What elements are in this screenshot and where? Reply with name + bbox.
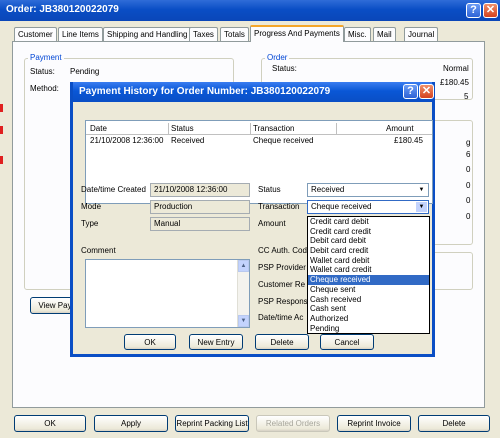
comment-label: Comment xyxy=(81,246,116,255)
transaction-label: Transaction xyxy=(258,202,300,211)
payment-status-label: Status: xyxy=(30,67,55,76)
amount-label: Amount xyxy=(258,219,286,228)
cc-auth-code-label: CC Auth. Cod xyxy=(258,246,307,255)
order-clip-b: 5 xyxy=(464,92,469,101)
mode-label: Mode xyxy=(81,202,102,211)
status-select[interactable]: Received ▼ xyxy=(307,183,429,197)
related-orders-button: Related Orders xyxy=(256,415,330,432)
tab-line-items[interactable]: Line Items xyxy=(58,27,103,41)
tab-misc[interactable]: Misc. xyxy=(344,27,371,41)
customer-ref-label: Customer Re xyxy=(258,280,306,289)
payment-group-legend: Payment xyxy=(28,53,64,62)
dropdown-option[interactable]: Cash received xyxy=(308,295,429,305)
clip-value-3: 0 xyxy=(466,165,471,174)
datetime-ack-label: Date/time Ac xyxy=(258,313,304,322)
col-header-amount[interactable]: Amount xyxy=(386,124,414,133)
reprint-packing-list-button[interactable]: Reprint Packing List xyxy=(175,415,249,432)
payment-history-dialog: Payment History for Order Number: JB3801… xyxy=(70,82,435,357)
datetime-created-field: 21/10/2008 12:36:00 xyxy=(150,183,250,197)
ok-button[interactable]: OK xyxy=(14,415,86,432)
order-status-label: Status: xyxy=(272,64,297,73)
tab-taxes[interactable]: Taxes xyxy=(189,27,218,41)
row-status: Received xyxy=(171,136,205,145)
table-row[interactable]: 21/10/2008 12:36:00 Received Cheque rece… xyxy=(86,136,432,147)
close-button[interactable]: ✕ xyxy=(483,3,498,18)
delete-order-button[interactable]: Delete xyxy=(418,415,490,432)
dropdown-option[interactable]: Authorized xyxy=(308,314,429,324)
reprint-invoice-button[interactable]: Reprint Invoice xyxy=(337,415,411,432)
tab-totals[interactable]: Totals xyxy=(220,27,249,41)
dropdown-option[interactable]: Debit card credit xyxy=(308,246,429,256)
payment-status-value: Pending xyxy=(70,67,100,76)
window-title: Order: JB380120022079 xyxy=(6,4,119,15)
tab-shipping-handling[interactable]: Shipping and Handling xyxy=(103,27,192,41)
dropdown-option-selected[interactable]: Cheque received xyxy=(308,275,429,285)
clip-value-6: 0 xyxy=(466,212,471,221)
row-amount: £180.45 xyxy=(394,136,423,145)
chevron-down-icon[interactable]: ▼ xyxy=(416,202,427,212)
tab-mail[interactable]: Mail xyxy=(373,27,396,41)
clip-value-2: 6 xyxy=(466,150,471,159)
help-button[interactable]: ? xyxy=(466,3,481,18)
scroll-down-icon[interactable]: ▼ xyxy=(238,315,249,327)
psp-response-label: PSP Respons xyxy=(258,297,308,306)
col-header-transaction[interactable]: Transaction xyxy=(253,124,295,133)
dropdown-option[interactable]: Wallet card debit xyxy=(308,256,429,266)
datetime-created-label: Date/time Created xyxy=(81,185,146,194)
apply-button[interactable]: Apply xyxy=(94,415,168,432)
dialog-titlebar: Payment History for Order Number: JB3801… xyxy=(73,82,434,102)
type-label: Type xyxy=(81,219,99,228)
dialog-cancel-button[interactable]: Cancel xyxy=(320,334,374,350)
comment-scrollbar[interactable]: ▲ ▼ xyxy=(237,260,249,327)
dialog-close-button[interactable]: ✕ xyxy=(419,84,434,99)
dropdown-option[interactable]: Credit card credit xyxy=(308,227,429,237)
tab-customer[interactable]: Customer xyxy=(14,27,57,41)
row-transaction: Cheque received xyxy=(253,136,314,145)
new-entry-button[interactable]: New Entry xyxy=(189,334,243,350)
transaction-dropdown-list[interactable]: Credit card debit Credit card credit Deb… xyxy=(307,216,430,334)
transaction-select-value: Cheque received xyxy=(311,202,372,211)
order-status-value: Normal xyxy=(443,64,469,73)
clip-value-5: 0 xyxy=(466,196,471,205)
edge-marker xyxy=(0,104,3,112)
dialog-title: Payment History for Order Number: JB3801… xyxy=(79,86,331,97)
window-titlebar: Order: JB380120022079 ? ✕ xyxy=(0,0,500,21)
mode-field: Production xyxy=(150,200,250,214)
edge-marker xyxy=(0,156,3,164)
status-select-value: Received xyxy=(311,185,345,194)
tab-progress-payments[interactable]: Progress And Payments xyxy=(250,25,344,42)
order-group-legend: Order xyxy=(265,53,290,62)
tab-journal[interactable]: Journal xyxy=(404,27,439,41)
col-header-status[interactable]: Status xyxy=(171,124,194,133)
payment-method-label: Method: xyxy=(30,84,59,93)
dialog-help-button[interactable]: ? xyxy=(403,84,418,99)
dropdown-option[interactable]: Credit card debit xyxy=(308,217,429,227)
dropdown-option[interactable]: Wallet card credit xyxy=(308,265,429,275)
transaction-select[interactable]: Cheque received ▼ xyxy=(307,200,429,214)
status-label: Status xyxy=(258,185,281,194)
dropdown-option[interactable]: Pending xyxy=(308,324,429,334)
dropdown-option[interactable]: Debit card debit xyxy=(308,236,429,246)
edge-marker xyxy=(0,126,3,134)
dialog-delete-button[interactable]: Delete xyxy=(255,334,309,350)
chevron-down-icon[interactable]: ▼ xyxy=(416,185,427,195)
clip-value-1: g xyxy=(466,138,471,147)
col-header-date[interactable]: Date xyxy=(90,124,107,133)
type-field: Manual xyxy=(150,217,250,231)
clip-value-4: 0 xyxy=(466,181,471,190)
dropdown-option[interactable]: Cash sent xyxy=(308,304,429,314)
comment-textarea[interactable]: ▲ ▼ xyxy=(85,259,250,328)
order-clip-a: £180.45 xyxy=(440,78,469,87)
dropdown-option[interactable]: Cheque sent xyxy=(308,285,429,295)
scroll-up-icon[interactable]: ▲ xyxy=(238,260,249,272)
row-date: 21/10/2008 12:36:00 xyxy=(90,136,164,145)
dialog-ok-button[interactable]: OK xyxy=(124,334,176,350)
psp-provider-label: PSP Provider xyxy=(258,263,306,272)
